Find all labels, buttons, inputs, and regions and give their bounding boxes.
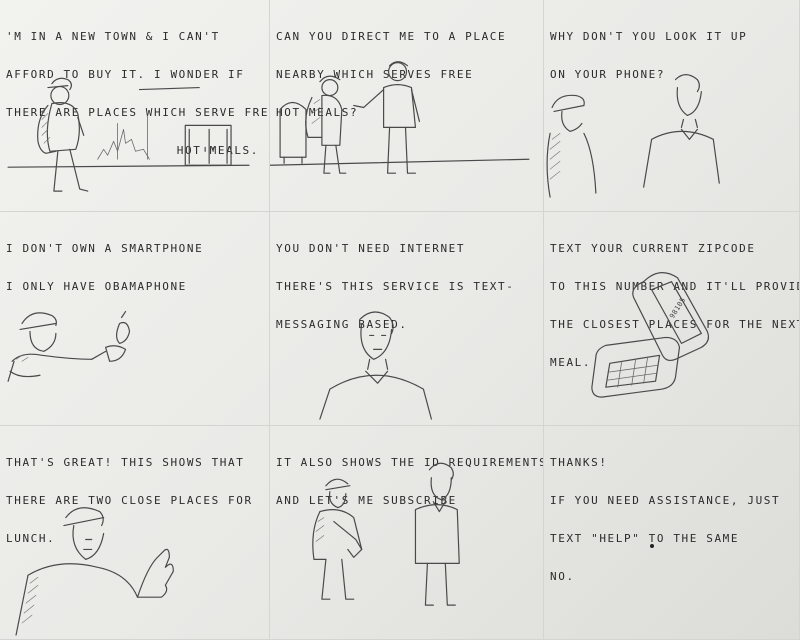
sketch-suggest-phone (546, 74, 720, 198)
panel-3: Why don't you look it up on your phone? (544, 0, 800, 212)
panel-7: That's great! This shows that there are … (0, 426, 270, 640)
sketch-man-waving (15, 507, 174, 636)
panel-2: Can you direct me to a place nearby whic… (270, 0, 544, 212)
panel-8: It also shows the ID requirements and le… (270, 426, 544, 640)
ink-dot (650, 544, 654, 548)
panel-9: Thanks! If you need assistance, just tex… (544, 426, 800, 640)
caption-line: If you need assistance, just (550, 494, 781, 507)
panel-1: 'm in a new town & I can't afford to buy… (0, 0, 270, 212)
sketch-two-people (312, 462, 460, 606)
sketch-asking-directions (270, 61, 530, 174)
panel-5: You don't need internet there's this ser… (270, 212, 544, 426)
storyboard-grid: 'm in a new town & I can't afford to buy… (0, 0, 800, 640)
caption-line: no. (550, 570, 575, 583)
sketch-man-in-town (7, 77, 250, 192)
panel-9-caption: Thanks! If you need assistance, just tex… (550, 434, 793, 605)
sketch-flip-phone (7, 310, 131, 382)
caption-line: text "help" to the same (550, 532, 740, 545)
panel-6: Text your current zipcode to this number… (544, 212, 800, 426)
panel-4: I don't own a smartphone I only have Oba… (0, 212, 270, 426)
caption-line: Thanks! (550, 456, 608, 469)
sketch-helper-explaining (319, 311, 432, 420)
storyboard-sheet: 'm in a new town & I can't afford to buy… (0, 0, 800, 640)
